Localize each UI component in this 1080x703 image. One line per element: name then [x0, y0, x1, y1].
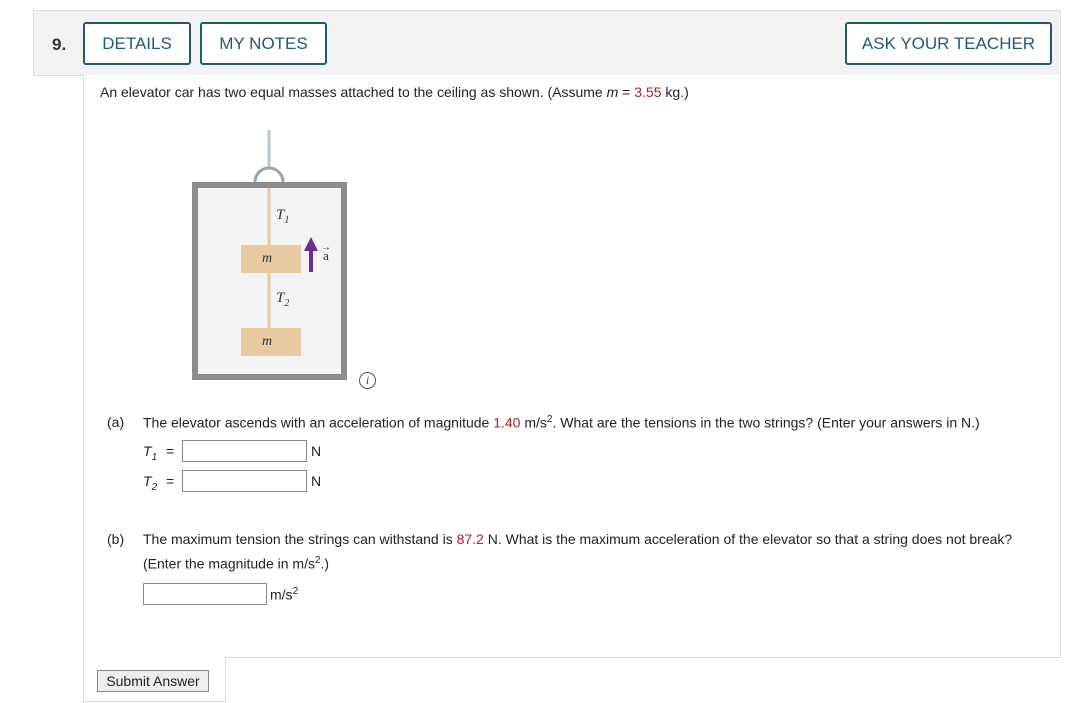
ask-your-teacher-button[interactable]: ASK YOUR TEACHER — [845, 22, 1052, 65]
t2-answer-input[interactable] — [182, 470, 307, 492]
acceleration-value: 1.40 — [493, 414, 521, 431]
question-header: 9. DETAILS MY NOTES ASK YOUR TEACHER — [33, 10, 1061, 76]
t1-answer-label: T1 — [143, 443, 158, 463]
my-notes-button[interactable]: MY NOTES — [200, 22, 327, 65]
t1-equals: = — [166, 443, 175, 459]
accel-vector-label: → a — [321, 242, 331, 263]
t2-unit: N — [311, 473, 322, 489]
part-a-question: The elevator ascends with an acceleratio… — [143, 414, 980, 431]
part-b-question: The maximum tension the strings can with… — [143, 531, 1013, 547]
t1-unit: N — [311, 443, 322, 459]
max-accel-unit: m/s2 — [270, 586, 299, 603]
max-accel-answer-input[interactable] — [143, 583, 267, 605]
info-icon[interactable]: i — [359, 372, 376, 389]
problem-intro: An elevator car has two equal masses att… — [100, 84, 689, 100]
mass-top-label: m — [262, 251, 273, 266]
t2-equals: = — [166, 473, 175, 489]
t2-label: T2 — [276, 290, 290, 309]
part-b-instruction: (Enter the magnitude in m/s2.) — [143, 555, 330, 572]
mass-value: 3.55 — [634, 84, 662, 100]
submit-answer-button[interactable]: Submit Answer — [97, 670, 209, 692]
max-tension-value: 87.2 — [456, 531, 484, 547]
t1-answer-input[interactable] — [182, 440, 307, 462]
t1-label: T1 — [276, 207, 290, 226]
question-number: 9. — [52, 35, 67, 54]
t2-answer-label: T2 — [143, 473, 158, 493]
part-b-label: (b) — [107, 531, 125, 547]
details-button[interactable]: DETAILS — [83, 22, 191, 65]
part-a-label: (a) — [107, 414, 125, 430]
mass-bottom-label: m — [262, 334, 273, 349]
